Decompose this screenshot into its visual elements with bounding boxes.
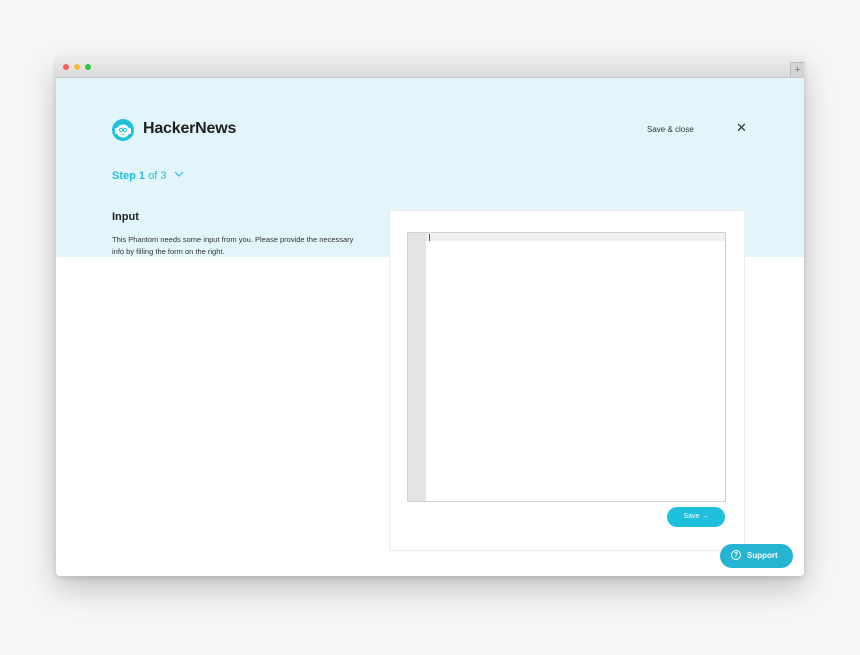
chevron-down-icon [174,171,183,177]
close-icon[interactable]: ✕ [736,121,747,135]
code-editor[interactable] [407,232,726,502]
app-window: + HackerNews Save & close ✕ Step 1 of 3 … [56,58,804,576]
window-titlebar: + [56,58,804,78]
step-word: Step [112,170,136,182]
new-tab-button[interactable]: + [790,62,804,77]
maximize-window-button[interactable] [85,64,91,70]
save-and-close-link[interactable]: Save & close [647,125,694,134]
phantom-head-icon [112,119,134,141]
close-window-button[interactable] [63,64,69,70]
step-total: of 3 [148,170,167,182]
question-circle-icon: ? [731,550,741,560]
section-title: Input [112,211,139,223]
support-label: Support [747,551,778,560]
editor-line-gutter [408,233,426,501]
save-button[interactable]: Save → [667,507,725,527]
text-cursor [429,234,430,241]
step-selector[interactable]: Step 1 of 3 [112,170,184,182]
editor-active-line[interactable] [426,233,725,241]
input-form-card: Save → [389,210,745,551]
section-description: This Phantom needs some input from you. … [112,235,354,256]
app-name: HackerNews [143,120,237,137]
support-button[interactable]: ? Support [720,544,793,568]
minimize-window-button[interactable] [74,64,80,70]
step-current: 1 [138,170,146,182]
